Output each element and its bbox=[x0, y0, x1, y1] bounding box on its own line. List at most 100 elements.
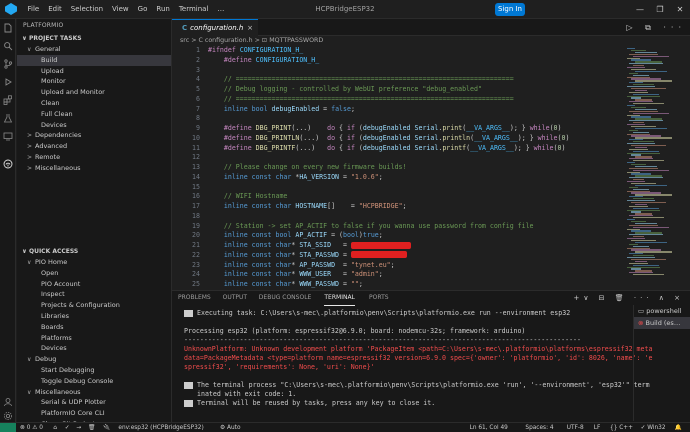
search-icon[interactable] bbox=[3, 41, 13, 51]
sidebar-item-platformio-core-cli[interactable]: PlatformIO Core CLI bbox=[17, 408, 171, 419]
sidebar-item-upload[interactable]: Upload bbox=[17, 66, 171, 77]
status-item-6[interactable]: env:esp32 (HCPBridgeESP32) bbox=[118, 423, 203, 432]
close-window-button[interactable]: ✕ bbox=[670, 0, 690, 19]
sidebar-item-boards[interactable]: Boards bbox=[17, 322, 171, 333]
status-item-0[interactable]: ⊗ 0 ⚠ 0 bbox=[20, 423, 43, 432]
menu-selection[interactable]: Selection bbox=[66, 0, 107, 19]
menu-file[interactable]: File bbox=[23, 0, 44, 19]
menu-more[interactable]: … bbox=[213, 0, 229, 19]
sidebar-item-pio-account[interactable]: PIO Account bbox=[17, 279, 171, 290]
sidebar-item-devices[interactable]: Devices bbox=[17, 343, 171, 354]
test-icon[interactable] bbox=[3, 113, 13, 123]
tab-ports[interactable]: PORTS bbox=[369, 291, 389, 305]
close-tab-icon[interactable]: × bbox=[247, 20, 253, 36]
remote-indicator[interactable] bbox=[0, 423, 16, 432]
terminal-output[interactable]: Executing task: C:\Users\s-mec\.platform… bbox=[184, 309, 652, 421]
sidebar-item-inspect[interactable]: Inspect bbox=[17, 289, 171, 300]
menu-view[interactable]: View bbox=[108, 0, 134, 19]
code-editor[interactable]: 1 #ifndef CONFIGURATION_H_ 2 #define CONFI… bbox=[172, 46, 690, 290]
run-debug-icon[interactable] bbox=[3, 77, 13, 87]
sidebar-item-pio-home[interactable]: ∨ PIO Home bbox=[17, 257, 171, 268]
sign-in-button[interactable]: Sign In bbox=[495, 3, 525, 16]
account-icon[interactable] bbox=[3, 397, 13, 407]
status-item-c[interactable]: {} C++ bbox=[610, 423, 633, 432]
window-title[interactable]: HCPBridgeESP32 bbox=[315, 5, 374, 13]
sidebar-item-toggle-debug-console[interactable]: Toggle Debug Console bbox=[17, 376, 171, 387]
sidebar-item-miscellaneous[interactable]: > Miscellaneous bbox=[17, 163, 171, 174]
panel-actions[interactable]: +∨ ⊟ 🗑 ··· ∧ × bbox=[573, 291, 684, 305]
vscode-logo-icon bbox=[5, 3, 17, 15]
status-item-2[interactable]: ✓ bbox=[65, 423, 70, 432]
sidebar-item-remote[interactable]: > Remote bbox=[17, 152, 171, 163]
files-icon[interactable] bbox=[3, 23, 13, 33]
tab-output[interactable]: OUTPUT bbox=[223, 291, 247, 305]
breadcrumb[interactable]: src > C configuration.h > ⊡ MQTTPASSWORD bbox=[172, 36, 690, 46]
source-control-icon[interactable] bbox=[3, 59, 13, 69]
status-item-win32[interactable]: ✓ Win32 bbox=[641, 423, 666, 432]
minimap[interactable] bbox=[625, 46, 685, 290]
remote-icon[interactable] bbox=[3, 131, 13, 141]
quick-access-section-header[interactable]: ∨ QUICK ACCESS bbox=[17, 246, 171, 257]
menu-go[interactable]: Go bbox=[133, 0, 152, 19]
sidebar-item-upload-and-monitor[interactable]: Upload and Monitor bbox=[17, 87, 171, 98]
code-line: 13 // Please change on every new firmwar… bbox=[172, 163, 690, 173]
status-item-[interactable]: 🔔 bbox=[675, 423, 682, 432]
code-token: inline bool bbox=[208, 104, 272, 113]
sidebar-item-build[interactable]: Build bbox=[17, 54, 171, 66]
code-token: bool bbox=[343, 231, 359, 240]
sidebar-item-dependencies[interactable]: > Dependencies bbox=[17, 130, 171, 141]
status-item-3[interactable]: → bbox=[76, 423, 81, 432]
tab-terminal[interactable]: TERMINAL bbox=[324, 291, 355, 306]
sidebar-item-platforms[interactable]: Platforms bbox=[17, 333, 171, 344]
sidebar-item-devices[interactable]: Devices bbox=[17, 120, 171, 131]
extensions-icon[interactable] bbox=[3, 95, 13, 105]
tab-configuration-h[interactable]: Cconfiguration.h × bbox=[172, 19, 258, 36]
terminal-list-item[interactable]: ▭ powershell bbox=[634, 305, 690, 317]
sidebar-item-clean[interactable]: Clean bbox=[17, 98, 171, 109]
line-number: 14 bbox=[192, 172, 200, 181]
code-line: 10 #define DBG_PRINTLN(...) do { if (deb… bbox=[172, 134, 690, 144]
code-token: Serial bbox=[414, 124, 439, 132]
sidebar-item-miscellaneous[interactable]: ∨ Miscellaneous bbox=[17, 387, 171, 398]
sidebar-item-start-debugging[interactable]: Start Debugging bbox=[17, 365, 171, 376]
menu-edit[interactable]: Edit bbox=[44, 0, 67, 19]
status-item-lf[interactable]: LF bbox=[594, 423, 601, 432]
sidebar-item-projects-configuration[interactable]: Projects & Configuration bbox=[17, 300, 171, 311]
sidebar-item-open[interactable]: Open bbox=[17, 268, 171, 279]
status-item-1[interactable]: ⌂ bbox=[53, 423, 57, 432]
sidebar-item-serial-udp-plotter[interactable]: Serial & UDP Plotter bbox=[17, 397, 171, 408]
editor-actions[interactable]: ▷ ⧉ ··· bbox=[626, 19, 686, 36]
sidebar-item-libraries[interactable]: Libraries bbox=[17, 311, 171, 322]
platformio-icon[interactable] bbox=[3, 159, 13, 169]
sidebar-item-monitor[interactable]: Monitor bbox=[17, 76, 171, 87]
tab-problems[interactable]: PROBLEMS bbox=[178, 291, 211, 305]
status-item-5[interactable]: 🔌 bbox=[103, 423, 110, 432]
sidebar-item-debug[interactable]: ∨ Debug bbox=[17, 354, 171, 365]
sidebar-item-full-clean[interactable]: Full Clean bbox=[17, 109, 171, 120]
code-token: do bbox=[327, 133, 340, 142]
code-token: { bbox=[339, 124, 347, 132]
terminal-line: Terminal will be reused by tasks, press … bbox=[184, 399, 632, 408]
status-item-ln-61-col-49[interactable]: Ln 61, Col 49 bbox=[470, 423, 508, 432]
code-line: 17 inline const char HOSTNAME[] = "HCPBR… bbox=[172, 202, 690, 212]
status-item-4[interactable]: 🗑 bbox=[88, 423, 95, 432]
settings-icon[interactable] bbox=[3, 411, 13, 421]
status-item-7[interactable]: ⚙ Auto bbox=[220, 423, 241, 432]
code-token: DBG_PRINT bbox=[255, 124, 292, 132]
sidebar-item-general[interactable]: ∨ General bbox=[17, 44, 171, 55]
sidebar-item-advanced[interactable]: > Advanced bbox=[17, 141, 171, 152]
status-item-utf-8[interactable]: UTF-8 bbox=[567, 423, 584, 432]
tab-debug-console[interactable]: DEBUG CONSOLE bbox=[259, 291, 312, 305]
menu-run[interactable]: Run bbox=[152, 0, 174, 19]
editor-tab-bar: Cconfiguration.h × ▷ ⧉ ··· bbox=[172, 19, 690, 36]
maximize-button[interactable]: ❐ bbox=[650, 0, 670, 19]
minimize-button[interactable]: — bbox=[630, 0, 650, 19]
activity-bar bbox=[0, 19, 16, 422]
minimap-line bbox=[635, 127, 667, 130]
project-tasks-section-header[interactable]: ∨ PROJECT TASKS bbox=[17, 33, 171, 44]
terminal-list-item[interactable]: ⊗ Build (es… bbox=[634, 317, 690, 329]
menu-terminal[interactable]: Terminal bbox=[174, 0, 213, 19]
status-item-spaces-4[interactable]: Spaces: 4 bbox=[525, 423, 553, 432]
code-token: ; bbox=[378, 270, 383, 279]
